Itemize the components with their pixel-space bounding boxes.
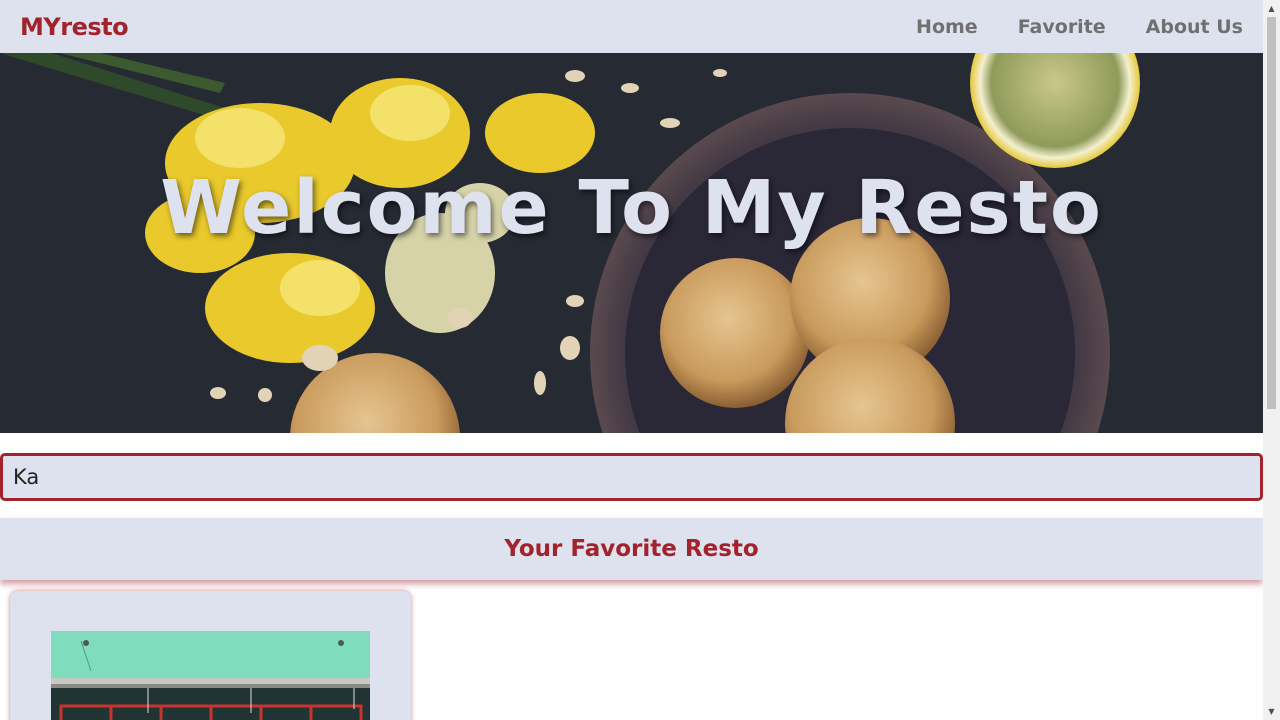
nav-links: Home Favorite About Us (896, 16, 1243, 38)
navbar: MYresto Home Favorite About Us (0, 0, 1263, 53)
restaurant-card[interactable] (10, 591, 411, 720)
triangle-down-icon[interactable]: ▼ (1263, 703, 1280, 720)
nav-link-favorite[interactable]: Favorite (998, 16, 1126, 38)
nav-link-home[interactable]: Home (896, 16, 998, 38)
page-scrollbar[interactable]: ▲ ▼ (1263, 0, 1280, 720)
triangle-up-icon[interactable]: ▲ (1263, 0, 1280, 17)
nav-link-about-us[interactable]: About Us (1126, 16, 1243, 38)
section-header: Your Favorite Resto (0, 518, 1263, 580)
restaurant-image[interactable] (51, 631, 370, 720)
brand-logo[interactable]: MYresto (20, 13, 129, 41)
search-input[interactable] (0, 453, 1263, 501)
search-container (0, 453, 1263, 501)
hero-banner: Welcome To My Resto (0, 53, 1263, 433)
hero-title: Welcome To My Resto (160, 165, 1103, 251)
scrollbar-thumb[interactable] (1267, 17, 1276, 409)
section-title: Your Favorite Resto (504, 536, 759, 562)
